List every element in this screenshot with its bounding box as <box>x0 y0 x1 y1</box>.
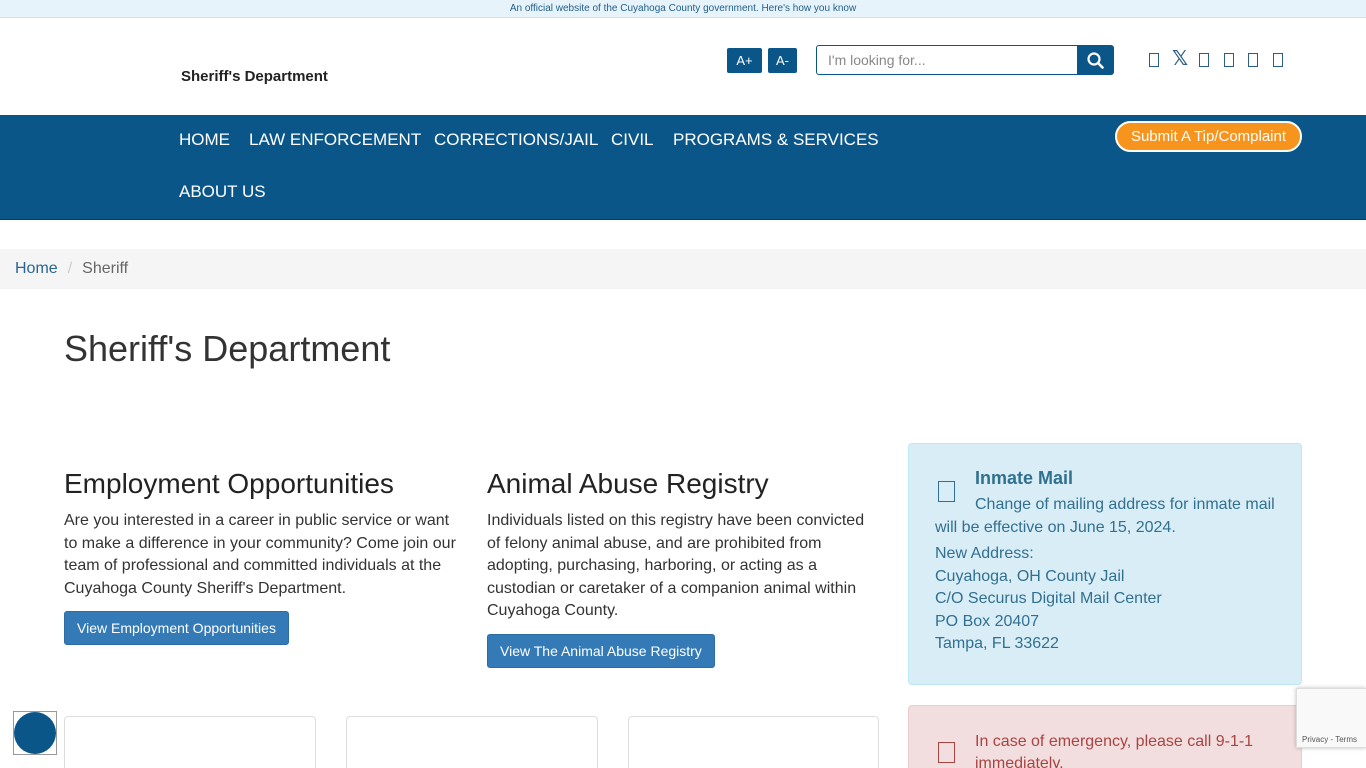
nav-civil[interactable]: CIVIL <box>611 130 654 150</box>
search-icon <box>1087 52 1104 69</box>
font-increase-button[interactable]: A+ <box>727 48 762 73</box>
employment-section: Employment Opportunities Are you interes… <box>64 468 464 645</box>
nav-home[interactable]: HOME <box>179 130 230 150</box>
breadcrumb-current: Sheriff <box>82 260 129 277</box>
accessibility-icon <box>14 712 56 754</box>
address-line: Cuyahoga, OH County Jail <box>935 567 1125 585</box>
emergency-text: In case of emergency, please call 9-1-1 … <box>975 733 1254 768</box>
recaptcha-privacy-link[interactable]: Privacy <box>1302 735 1328 744</box>
main-navigation: HOME LAW ENFORCEMENT CORRECTIONS/JAIL CI… <box>0 115 1366 220</box>
address-line: PO Box 20407 <box>935 612 1040 630</box>
emergency-alert: In case of emergency, please call 9-1-1 … <box>908 705 1302 768</box>
nav-programs-services[interactable]: PROGRAMS & SERVICES <box>673 130 879 150</box>
site-name[interactable]: Sheriff's Department <box>181 68 328 85</box>
x-icon[interactable]: 𝕏 <box>1171 49 1189 69</box>
employment-text: Are you interested in a career in public… <box>64 512 456 597</box>
submit-tip-button[interactable]: Submit A Tip/Complaint <box>1115 121 1302 152</box>
youtube-icon[interactable] <box>1222 50 1236 68</box>
view-registry-button[interactable]: View The Animal Abuse Registry <box>487 633 715 668</box>
feature-card[interactable] <box>628 716 879 768</box>
search-button[interactable] <box>1077 45 1114 75</box>
page-title: Sheriff's Department <box>64 328 391 369</box>
employment-title: Employment Opportunities <box>64 468 394 499</box>
inmate-mail-alert: Inmate Mail Change of mailing address fo… <box>908 443 1302 685</box>
registry-section: Animal Abuse Registry Individuals listed… <box>487 468 879 668</box>
breadcrumb-separator: / <box>67 260 73 277</box>
official-website-banner[interactable]: An official website of the Cuyahoga Coun… <box>0 0 1366 18</box>
registry-title: Animal Abuse Registry <box>487 468 769 499</box>
linkedin-icon[interactable] <box>1246 50 1260 68</box>
inmate-mail-title: Inmate Mail <box>975 468 1074 488</box>
warning-icon <box>938 742 955 763</box>
facebook-icon[interactable] <box>1147 50 1161 68</box>
address-line: Tampa, FL 33622 <box>935 635 1059 652</box>
nav-law-enforcement[interactable]: LAW ENFORCEMENT <box>249 130 421 150</box>
search-input[interactable] <box>816 45 1078 75</box>
accessibility-widget-button[interactable] <box>13 711 57 755</box>
address-line: New Address: <box>935 545 1034 562</box>
site-header: Sheriff's Department A+ A- 𝕏 <box>0 18 1366 115</box>
inmate-mail-address: New Address: Cuyahoga, OH County Jail C/… <box>935 543 1162 656</box>
recaptcha-terms-link[interactable]: Terms <box>1335 735 1357 744</box>
recaptcha-links: Privacy - Terms <box>1302 735 1357 744</box>
registry-text: Individuals listed on this registry have… <box>487 512 865 619</box>
breadcrumb: Home / Sheriff <box>0 249 1366 289</box>
instagram-icon[interactable] <box>1197 50 1211 68</box>
email-icon[interactable] <box>1271 50 1285 68</box>
feature-card[interactable] <box>64 716 316 768</box>
view-employment-button[interactable]: View Employment Opportunities <box>64 611 289 645</box>
breadcrumb-home[interactable]: Home <box>15 260 58 277</box>
nav-about-us[interactable]: ABOUT US <box>179 182 266 202</box>
font-decrease-button[interactable]: A- <box>768 48 797 73</box>
nav-corrections-jail[interactable]: CORRECTIONS/JAIL <box>434 130 598 150</box>
address-line: C/O Securus Digital Mail Center <box>935 590 1162 607</box>
inmate-mail-text: Change of mailing address for inmate mai… <box>935 496 1275 536</box>
recaptcha-badge[interactable]: Privacy - Terms <box>1296 688 1366 748</box>
feature-card[interactable] <box>346 716 598 768</box>
